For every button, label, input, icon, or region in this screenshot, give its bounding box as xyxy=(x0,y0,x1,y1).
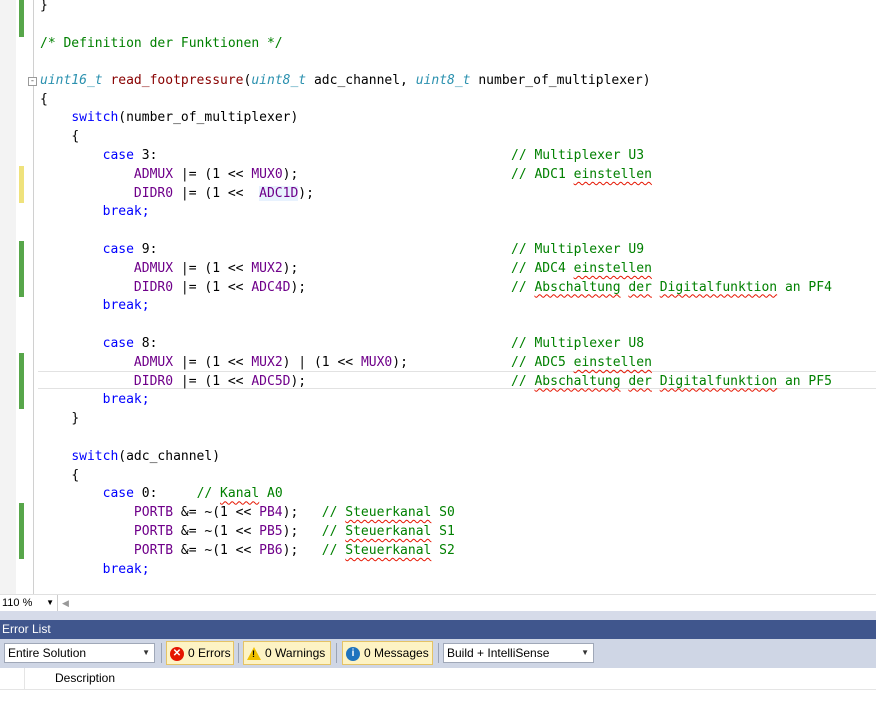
code-line[interactable]: case 9: xyxy=(40,241,158,260)
change-marker xyxy=(19,0,24,37)
messages-filter-button[interactable]: i0 Messages xyxy=(342,641,433,665)
warnings-filter-button[interactable]: ! 0 Warnings xyxy=(243,641,331,665)
error-list-body xyxy=(0,690,876,720)
column-header-description[interactable]: Description xyxy=(55,668,115,689)
code-comment: // Multiplexer U8 xyxy=(511,336,645,351)
code-line[interactable]: break; xyxy=(40,203,150,222)
code-line[interactable]: break; xyxy=(40,297,150,316)
editor-statusbar: 110 % ▼ ◀ xyxy=(0,594,876,611)
errors-filter-button[interactable]: ✕ 0 Errors xyxy=(166,641,234,665)
code-comment: // ADC5 einstellen xyxy=(511,354,652,370)
error-list-title: Error List xyxy=(0,620,876,639)
change-marker xyxy=(19,166,24,203)
code-comment: // Abschaltung der Digitalfunktion an PF… xyxy=(511,373,832,389)
code-line[interactable]: { xyxy=(40,128,79,147)
code-line[interactable]: ADMUX |= (1 << MUX2) | (1 << MUX0); xyxy=(40,354,408,373)
toolbar-separator xyxy=(336,643,337,663)
editor-margin xyxy=(0,0,16,594)
code-line[interactable]: DIDR0 |= (1 << ADC1D); xyxy=(40,185,314,204)
code-line[interactable]: case 3: xyxy=(40,147,158,166)
change-marker xyxy=(19,503,24,559)
chevron-down-icon: ▼ xyxy=(142,648,150,657)
indent-guide xyxy=(33,0,34,594)
code-line[interactable]: { xyxy=(40,91,48,110)
function-signature[interactable]: uint16_t read_footpressure(uint8_t adc_c… xyxy=(40,72,651,91)
code-comment: // Multiplexer U3 xyxy=(511,148,645,163)
code-line[interactable]: DIDR0 |= (1 << ADC5D); xyxy=(40,373,306,392)
info-icon: i xyxy=(346,646,360,661)
code-line[interactable]: ADMUX |= (1 << MUX2); xyxy=(40,260,298,279)
code-comment: // Multiplexer U9 xyxy=(511,242,645,257)
scope-dropdown[interactable]: Entire Solution ▼ xyxy=(4,643,155,663)
error-list-header: Description xyxy=(0,668,876,690)
column-header-icon[interactable] xyxy=(0,668,25,689)
chevron-down-icon: ▼ xyxy=(581,648,589,657)
code-line[interactable]: break; xyxy=(40,391,150,410)
code-line[interactable]: } xyxy=(40,0,48,16)
code-line[interactable]: PORTB &= ~(1 << PB4); // Steuerkanal S0 xyxy=(40,504,455,523)
code-comment: // Abschaltung der Digitalfunktion an PF… xyxy=(511,279,832,295)
toolbar-separator xyxy=(238,643,239,663)
code-line[interactable]: PORTB &= ~(1 << PB6); // Steuerkanal S2 xyxy=(40,542,455,561)
scroll-left-icon[interactable]: ◀ xyxy=(62,596,69,610)
code-line[interactable]: { xyxy=(40,467,79,486)
code-line[interactable]: DIDR0 |= (1 << ADC4D); xyxy=(40,279,306,298)
panel-splitter[interactable] xyxy=(0,611,876,620)
code-line[interactable]: } xyxy=(40,410,79,429)
error-icon: ✕ xyxy=(170,646,184,661)
code-line[interactable]: PORTB &= ~(1 << PB5); // Steuerkanal S1 xyxy=(40,523,455,542)
zoom-dropdown[interactable]: 110 % ▼ xyxy=(0,595,58,611)
build-filter-dropdown[interactable]: Build + IntelliSense ▼ xyxy=(443,643,594,663)
chevron-down-icon: ▼ xyxy=(46,598,54,607)
code-line[interactable]: switch(number_of_multiplexer) xyxy=(40,109,298,128)
code-line[interactable]: break; xyxy=(40,561,150,580)
code-line[interactable]: /* Definition der Funktionen */ xyxy=(40,35,283,54)
error-list-toolbar: Entire Solution ▼ ✕ 0 Errors ! 0 Warnings i… xyxy=(0,639,876,668)
code-line[interactable]: case 8: xyxy=(40,335,158,354)
outline-collapse-toggle[interactable]: - xyxy=(28,77,37,86)
code-comment: // ADC1 einstellen xyxy=(511,166,652,182)
code-line[interactable]: case 0: // Kanal A0 xyxy=(40,485,283,504)
toolbar-separator xyxy=(438,643,439,663)
warning-icon: ! xyxy=(247,647,261,661)
toolbar-separator xyxy=(161,643,162,663)
code-comment: // ADC4 einstellen xyxy=(511,260,652,276)
code-editor[interactable]: - } /* Definition der Funktionen */ uint… xyxy=(0,0,876,594)
code-line[interactable]: ADMUX |= (1 << MUX0); xyxy=(40,166,298,185)
code-line[interactable]: switch(adc_channel) xyxy=(40,448,220,467)
change-marker xyxy=(19,353,24,409)
change-marker xyxy=(19,241,24,297)
